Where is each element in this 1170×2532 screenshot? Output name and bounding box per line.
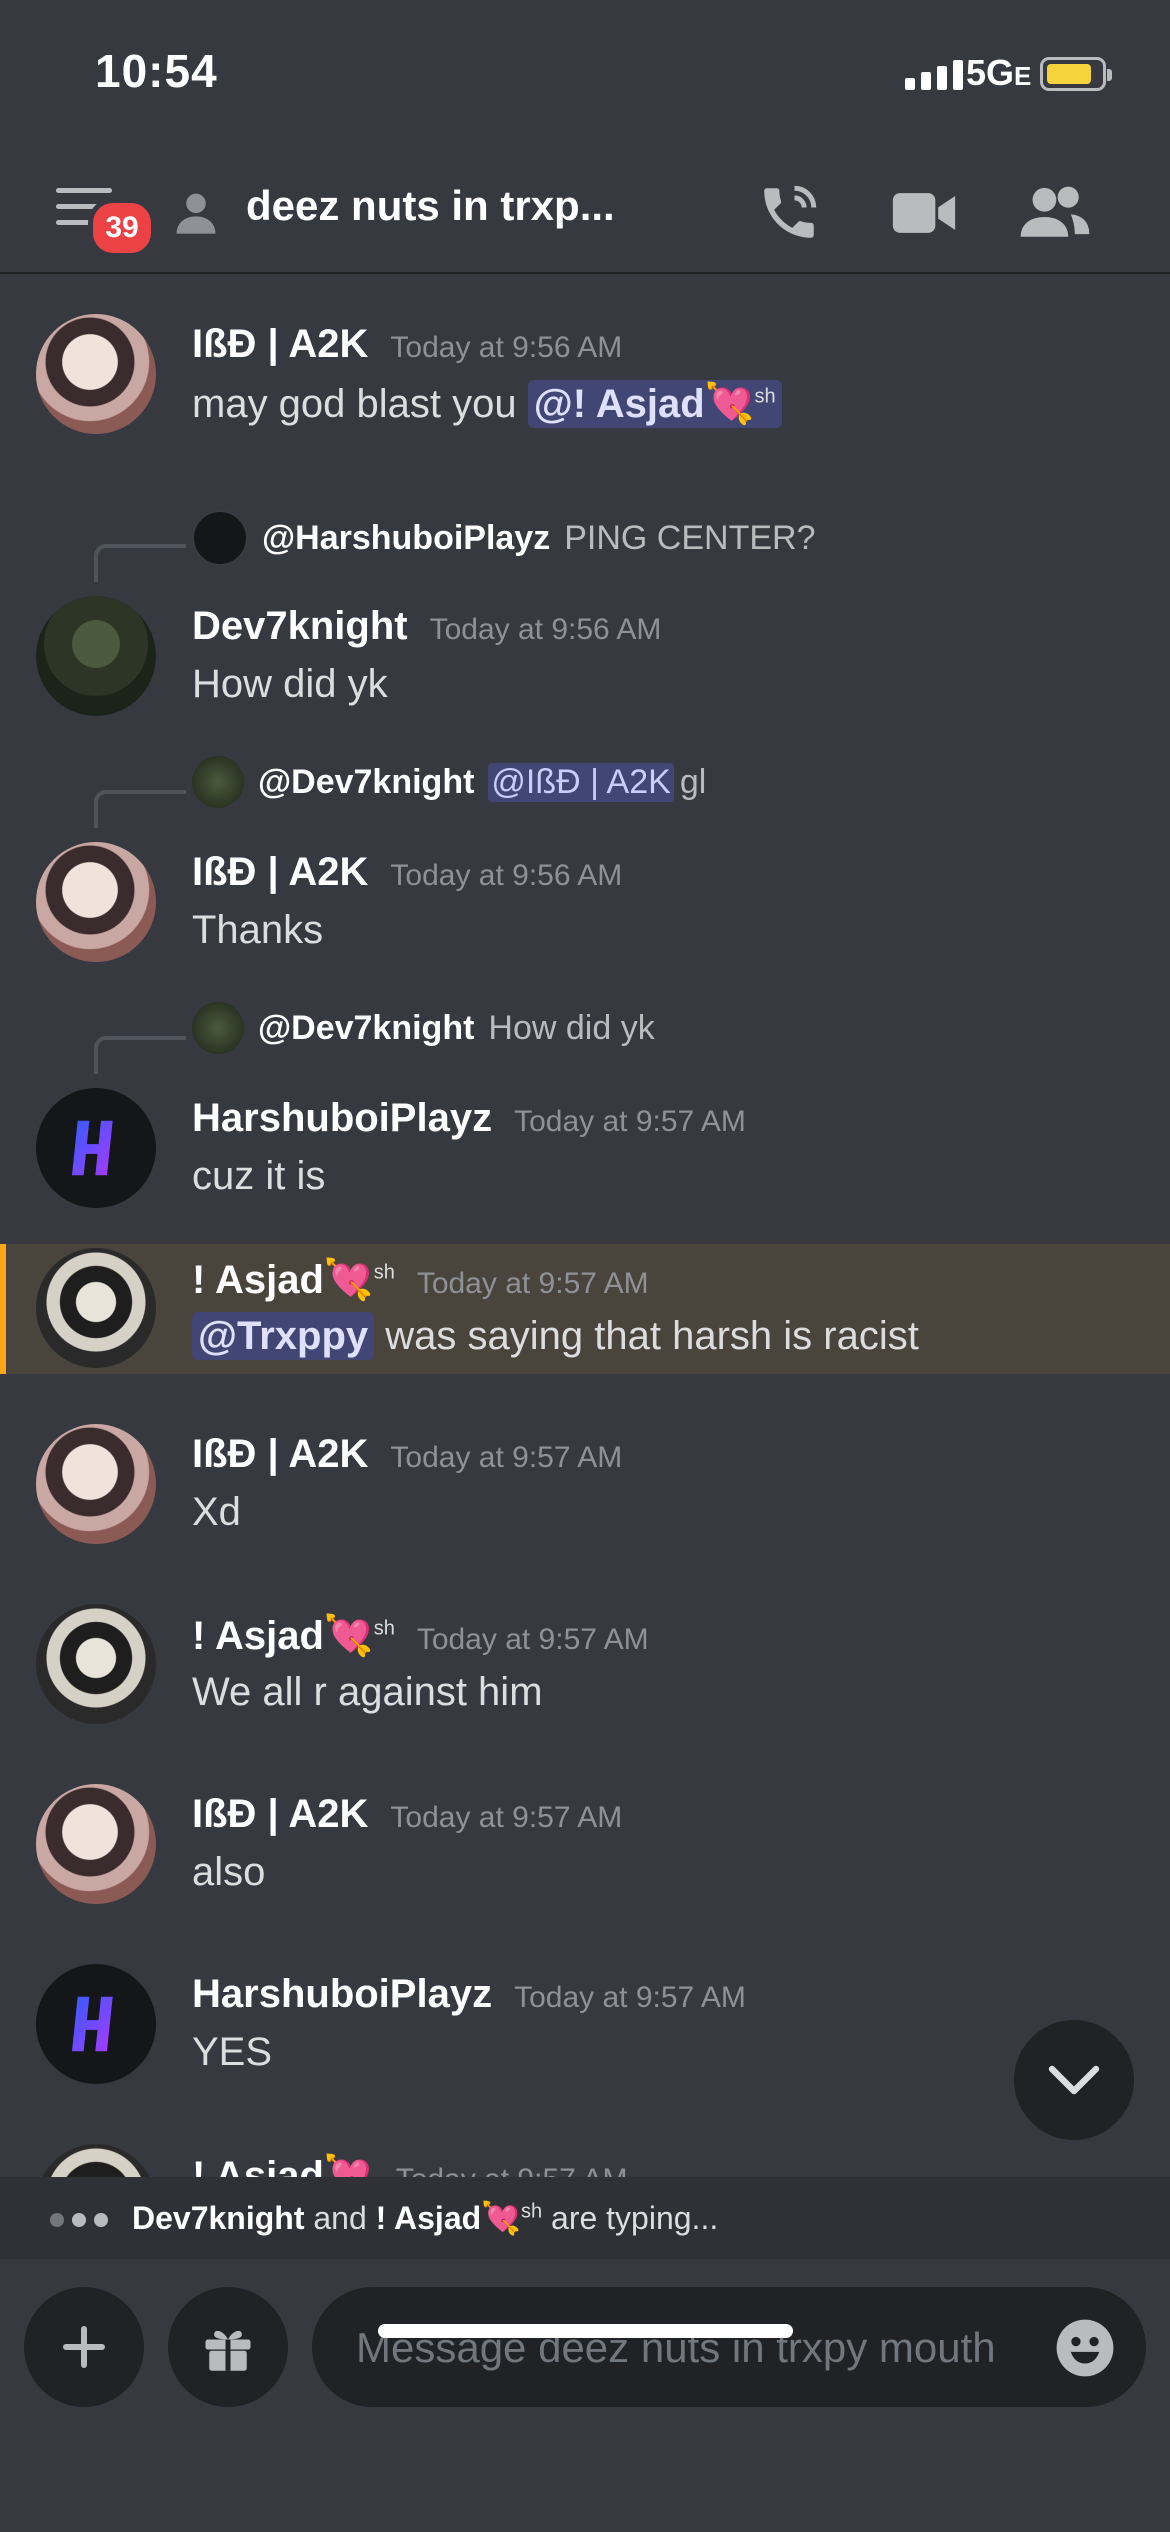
- emoji-icon[interactable]: [1054, 2317, 1116, 2379]
- avatar[interactable]: [36, 2144, 156, 2177]
- network-label: 5GE: [966, 52, 1032, 93]
- message-text: may god blast you @! Asjad💘sh: [192, 380, 782, 428]
- channel-header: 39 deez nuts in trxp...: [0, 150, 1170, 274]
- phone-call-icon[interactable]: [756, 180, 822, 246]
- gift-button[interactable]: [168, 2287, 288, 2407]
- avatar[interactable]: [36, 314, 156, 434]
- avatar: [192, 510, 248, 566]
- message-author[interactable]: ! Asjad💘Today at 9:57 AM: [192, 2152, 628, 2177]
- message-author[interactable]: IßĐ | A2K Today at 9:57 AM: [192, 1792, 622, 1837]
- reply-connector: [94, 544, 186, 582]
- reply-preview[interactable]: @HarshuboiPlayz PING CENTER?: [192, 510, 816, 566]
- unread-badge: 39: [88, 198, 156, 258]
- message-list[interactable]: IßĐ | A2K Today at 9:56 AM may god blast …: [0, 272, 1170, 2177]
- avatar[interactable]: [36, 1604, 156, 1724]
- heart-icon: 💘: [323, 2154, 374, 2177]
- message-text: @Trxppy was saying that harsh is racist: [192, 1312, 919, 1360]
- reply-connector: [94, 1036, 186, 1074]
- avatar[interactable]: [36, 1784, 156, 1904]
- message-text: Thanks: [192, 908, 324, 952]
- message-author[interactable]: IßĐ | A2K Today at 9:56 AM: [192, 850, 622, 895]
- message-timestamp: Today at 9:57 AM: [396, 2163, 628, 2177]
- heart-icon: 💘: [323, 1614, 374, 1658]
- message-input-wrapper: [312, 2287, 1146, 2409]
- message-timestamp: Today at 9:56 AM: [390, 859, 623, 892]
- avatar[interactable]: [36, 1088, 156, 1208]
- message-timestamp: Today at 9:57 AM: [416, 1623, 649, 1656]
- chevron-down-icon: [1048, 2065, 1100, 2095]
- message-author[interactable]: ! Asjad💘sh Today at 9:57 AM: [192, 1256, 649, 1303]
- h-logo-icon: [71, 1996, 113, 2052]
- message-timestamp: Today at 9:57 AM: [514, 1981, 746, 2014]
- message-author[interactable]: Dev7knight Today at 9:56 AM: [192, 604, 661, 649]
- add-attachment-button[interactable]: [24, 2287, 144, 2407]
- reply-preview[interactable]: @Dev7knight How did yk: [192, 1002, 655, 1054]
- jump-to-bottom-button[interactable]: [1014, 2020, 1134, 2140]
- video-camera-icon[interactable]: [890, 184, 958, 242]
- message-timestamp: Today at 9:57 AM: [390, 1801, 623, 1834]
- status-bar: 10:54 5GE: [0, 0, 1170, 150]
- avatar: [192, 1002, 244, 1054]
- plus-icon: [63, 2326, 105, 2368]
- battery-icon: [1040, 57, 1112, 91]
- members-icon[interactable]: [1018, 180, 1092, 246]
- reply-connector: [94, 790, 186, 828]
- avatar[interactable]: [36, 842, 156, 962]
- h-logo-icon: [71, 1120, 113, 1176]
- message-composer: [0, 2259, 1170, 2532]
- typing-dots-icon: [50, 2213, 108, 2227]
- user-mention[interactable]: @Trxppy: [192, 1312, 375, 1360]
- heart-icon: 💘: [704, 382, 755, 426]
- gift-icon: [205, 2330, 251, 2371]
- message-text: How did yk: [192, 662, 388, 706]
- message-text: cuz it is: [192, 1154, 326, 1198]
- message-text: Xd: [192, 1490, 241, 1534]
- message-author[interactable]: ! Asjad💘sh Today at 9:57 AM: [192, 1612, 649, 1659]
- user-mention[interactable]: @! Asjad💘sh: [527, 380, 782, 428]
- message-timestamp: Today at 9:57 AM: [390, 1441, 623, 1474]
- home-indicator: [378, 2324, 793, 2338]
- typing-text: Dev7knight and ! Asjad💘sh are typing...: [132, 2200, 719, 2236]
- message-author[interactable]: IßĐ | A2K Today at 9:57 AM: [192, 1432, 622, 1477]
- signal-icon: [905, 60, 963, 90]
- avatar[interactable]: [36, 1248, 156, 1368]
- avatar[interactable]: [36, 1964, 156, 2084]
- message-timestamp: Today at 9:57 AM: [416, 1267, 649, 1300]
- message-timestamp: Today at 9:57 AM: [514, 1105, 746, 1138]
- message-timestamp: Today at 9:56 AM: [390, 331, 623, 364]
- avatar: [192, 756, 244, 808]
- message-text: We all r against him: [192, 1670, 543, 1714]
- avatar[interactable]: [36, 1424, 156, 1544]
- typing-indicator: Dev7knight and ! Asjad💘sh are typing...: [0, 2177, 1170, 2259]
- message-author[interactable]: HarshuboiPlayz Today at 9:57 AM: [192, 1972, 746, 2017]
- reply-preview[interactable]: @Dev7knight @IßĐ | A2K gl: [192, 756, 706, 808]
- heart-icon: 💘: [323, 1258, 374, 1302]
- status-time: 10:54: [95, 45, 218, 97]
- user-icon: [176, 193, 216, 234]
- message-timestamp: Today at 9:56 AM: [429, 613, 662, 646]
- heart-icon: 💘: [481, 2200, 521, 2236]
- message-author[interactable]: IßĐ | A2K Today at 9:56 AM: [192, 322, 622, 367]
- message-text: also: [192, 1850, 266, 1894]
- message-input[interactable]: [354, 2287, 1018, 2409]
- avatar[interactable]: [36, 596, 156, 716]
- message-text: YES: [192, 2030, 273, 2074]
- channel-title[interactable]: deez nuts in trxp...: [246, 182, 615, 230]
- message-author[interactable]: HarshuboiPlayz Today at 9:57 AM: [192, 1096, 746, 1141]
